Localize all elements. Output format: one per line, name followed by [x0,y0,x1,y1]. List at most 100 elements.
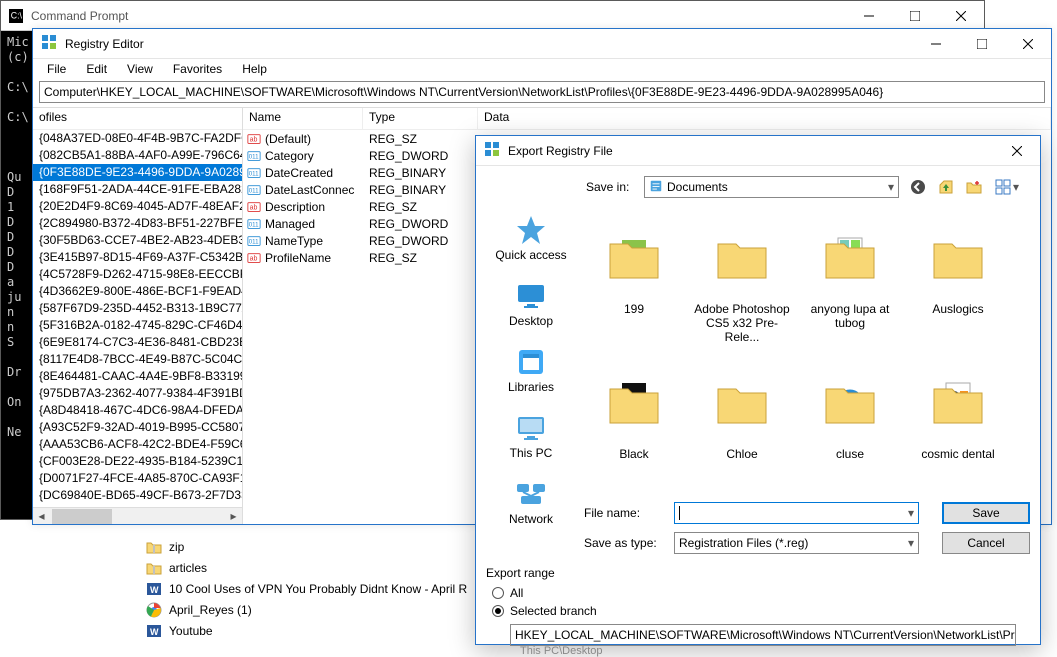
up-button[interactable] [935,176,957,198]
place-thispc[interactable]: This PC [510,412,553,460]
values-header[interactable]: Name Type Data [243,108,1051,130]
save-button[interactable]: Save [942,502,1030,524]
file-name: Adobe Photoshop CS5 x32 Pre-Rele... [692,302,792,344]
desktop-item-label: zip [169,540,184,554]
tree-item[interactable]: {3E415B97-8D15-4F69-A37F-C5342B9 [33,249,242,266]
tree-item[interactable]: {8E464481-CAAC-4A4E-9BF8-B33199 [33,368,242,385]
tree-item[interactable]: {CF003E28-DE22-4935-B184-5239C18 [33,453,242,470]
tree-item[interactable]: {6E9E8174-C7C3-4E36-8481-CBD23E8 [33,334,242,351]
scroll-thumb[interactable] [52,509,112,524]
tree-item[interactable]: {30F5BD63-CCE7-4BE2-AB23-4DEB3A [33,232,242,249]
menu-view[interactable]: View [117,60,163,78]
folder-icon: ⠀ [926,363,990,443]
tree-item[interactable]: {DC69840E-BD65-49CF-B673-2F7D33 [33,487,242,504]
folder-icon [926,218,990,298]
file-item[interactable]: cluse [796,359,904,498]
place-label: Quick access [495,248,566,262]
tree-item[interactable]: {4D3662E9-800E-486E-BCF1-F9EAD42 [33,283,242,300]
scroll-left-icon[interactable]: ◂ [33,508,50,525]
svg-text:011: 011 [249,170,259,177]
export-close-button[interactable] [994,136,1040,166]
value-icon: ab [245,251,263,265]
folder-zip-icon [145,559,163,577]
tree-item[interactable]: {048A37ED-08E0-4F4B-9B7C-FA2DFC [33,130,242,147]
svg-text:011: 011 [249,153,259,160]
menu-help[interactable]: Help [232,60,277,78]
tree-item[interactable]: {A8D48418-467C-4DC6-98A4-DFEDA [33,402,242,419]
desktop-item-label: 10 Cool Uses of VPN You Probably Didnt K… [169,582,467,596]
tree-item[interactable]: {0F3E88DE-9E23-4496-9DDA-9A02899 [33,164,242,181]
desktop-item[interactable]: zip [145,536,467,557]
file-item[interactable]: Auslogics [904,214,1012,359]
place-libraries[interactable]: Libraries [508,346,554,394]
savetype-combo[interactable]: Registration Files (*.reg) ▾ [674,532,919,554]
file-name: Chloe [726,447,757,461]
savein-label: Save in: [586,180,636,194]
file-name: cluse [836,447,864,461]
export-dialog: Export Registry File Save in: Documents … [475,135,1041,645]
col-data[interactable]: Data [478,108,1051,129]
tree-item[interactable]: {168F9F51-2ADA-44CE-91FE-EBA282 [33,181,242,198]
cancel-button[interactable]: Cancel [942,532,1030,554]
tree-pane[interactable]: ofiles {048A37ED-08E0-4F4B-9B7C-FA2DFC{0… [33,108,243,524]
radio-all[interactable]: All [486,584,1030,602]
place-desktop[interactable]: Desktop [509,280,553,328]
chevron-down-icon[interactable]: ▾ [908,536,914,550]
tree-item[interactable]: {A93C52F9-32AD-4019-B995-CC5807 [33,419,242,436]
cmd-close-button[interactable] [938,1,984,31]
desktop-item[interactable]: W10 Cool Uses of VPN You Probably Didnt … [145,578,467,599]
file-item[interactable]: ⠀cosmic dental [904,359,1012,498]
tree-item[interactable]: {975DB7A3-2362-4077-9384-4F391BD [33,385,242,402]
file-item[interactable]: Adobe Photoshop CS5 x32 Pre-Rele... [688,214,796,359]
svg-text:ab: ab [250,204,258,211]
col-type[interactable]: Type [363,108,478,129]
tree-item[interactable]: {20E2D4F9-8C69-4045-AD7F-48EAF22 [33,198,242,215]
regedit-close-button[interactable] [1005,29,1051,59]
regedit-maximize-button[interactable] [959,29,1005,59]
desktop-item[interactable]: articles [145,557,467,578]
tree-item[interactable]: {2C894980-B372-4D83-BF51-227BFE9 [33,215,242,232]
file-item[interactable]: ØETICAMWORK199 [580,214,688,359]
regedit-addressbar[interactable]: Computer\HKEY_LOCAL_MACHINE\SOFTWARE\Mic… [39,81,1045,103]
chevron-down-icon[interactable]: ▾ [908,506,914,520]
svg-text:C:\: C:\ [11,10,23,20]
radio-selected-branch[interactable]: Selected branch [486,602,1030,620]
menu-favorites[interactable]: Favorites [163,60,232,78]
new-folder-button[interactable] [963,176,985,198]
file-name: anyong lupa at tubog [800,302,900,330]
file-item[interactable]: anyong lupa at tubog [796,214,904,359]
place-network[interactable]: Network [509,478,553,526]
file-item[interactable]: Chloe [688,359,796,498]
view-menu-button[interactable]: ▾ [991,176,1023,198]
tree-item[interactable]: {5F316B2A-0182-4745-829C-CF46D4E [33,317,242,334]
menu-edit[interactable]: Edit [76,60,117,78]
back-button[interactable] [907,176,929,198]
cmd-minimize-button[interactable] [846,1,892,31]
regedit-minimize-button[interactable] [913,29,959,59]
tree-h-scrollbar[interactable]: ◂ ▸ [33,507,242,524]
export-range-legend: Export range [486,566,1030,580]
regedit-titlebar: Registry Editor [33,29,1051,59]
folder-icon [602,363,666,443]
col-name[interactable]: Name [243,108,363,129]
place-quick[interactable]: Quick access [495,214,566,262]
desktop-items: zip articlesW10 Cool Uses of VPN You Prob… [145,536,467,641]
file-item[interactable]: Black [580,359,688,498]
scroll-right-icon[interactable]: ▸ [225,508,242,525]
tree-item[interactable]: {D0071F27-4FCE-4A85-870C-CA93F1 [33,470,242,487]
menu-file[interactable]: File [37,60,76,78]
branch-path-input[interactable]: HKEY_LOCAL_MACHINE\SOFTWARE\Microsoft\Wi… [510,624,1016,646]
tree-item[interactable]: {587F67D9-235D-4452-B313-1B9C77A [33,300,242,317]
desktop-item[interactable]: WYoutube [145,620,467,641]
tree-item[interactable]: {8117E4D8-7BCC-4E49-B87C-5C04C4 [33,351,242,368]
savein-combo[interactable]: Documents ▾ [644,176,899,198]
tree-item[interactable]: {082CB5A1-88BA-4AF0-A99E-796C64 [33,147,242,164]
regedit-icon [484,141,500,160]
file-area[interactable]: ØETICAMWORK199Adobe Photoshop CS5 x32 Pr… [576,208,1030,498]
chrome-icon [145,601,163,619]
cmd-maximize-button[interactable] [892,1,938,31]
filename-input[interactable]: ▾ [674,502,919,524]
desktop-item[interactable]: April_Reyes (1) [145,599,467,620]
tree-item[interactable]: {AAA53CB6-ACF8-42C2-BDE4-F59C6 [33,436,242,453]
tree-item[interactable]: {4C5728F9-D262-4715-98E8-EECCBF [33,266,242,283]
